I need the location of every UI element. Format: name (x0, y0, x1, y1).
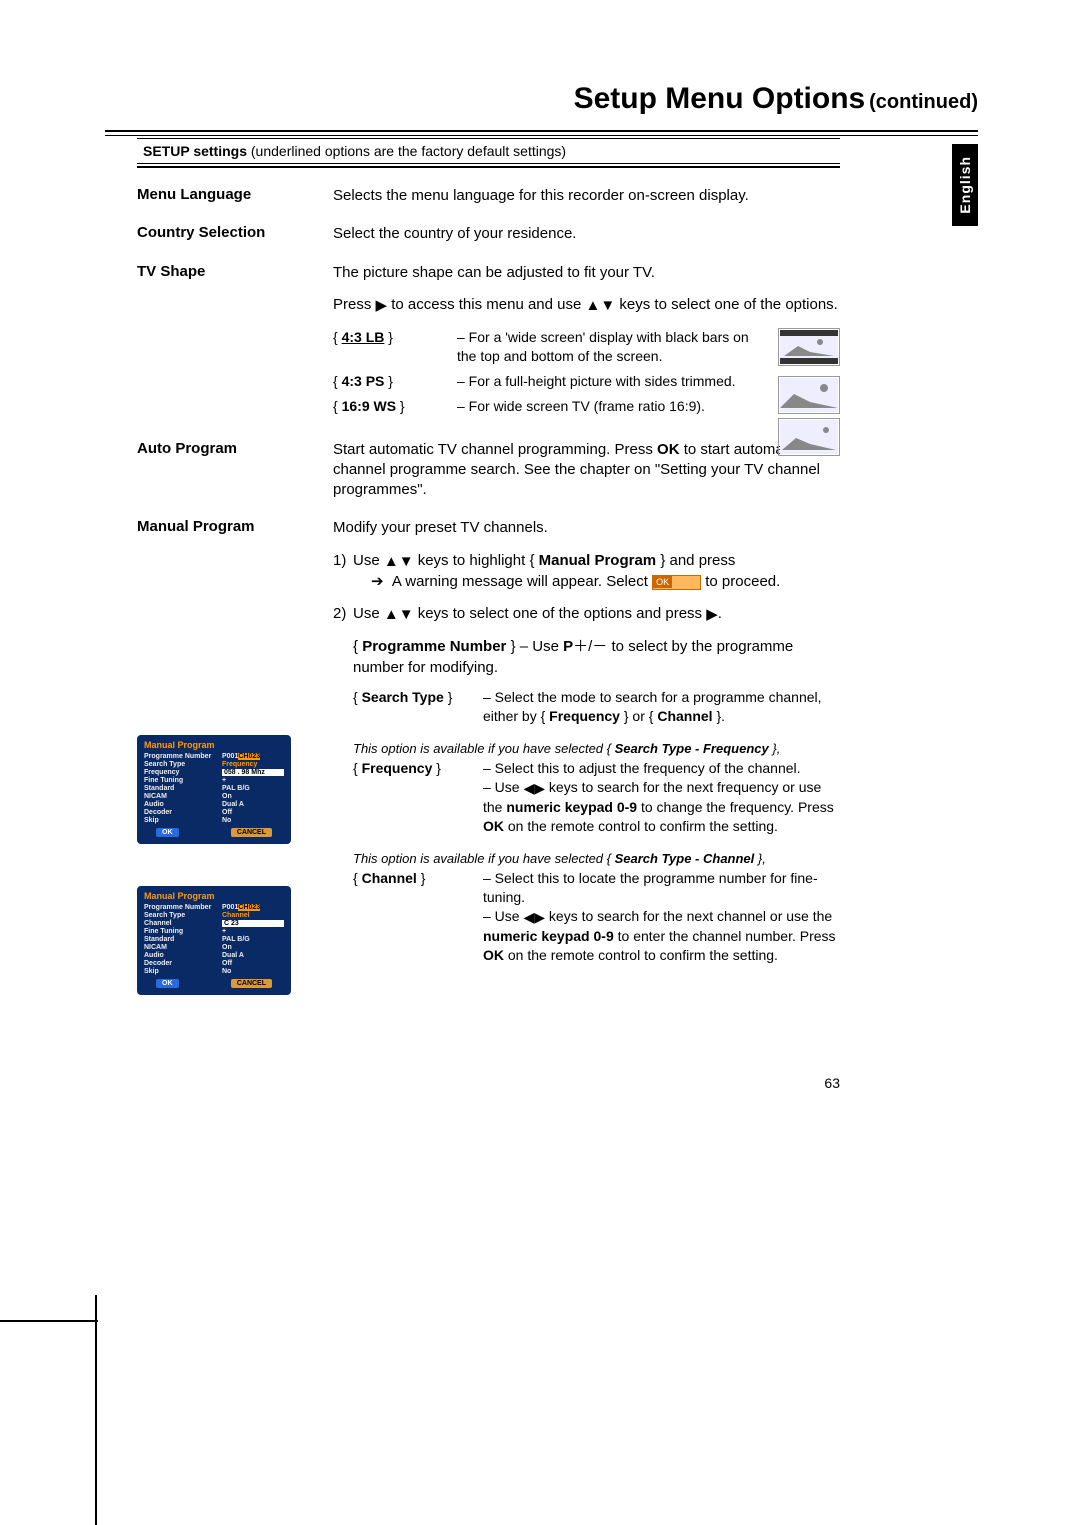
content-frame: Setup Menu Options (continued) English S… (105, 82, 978, 136)
right-triangle-icon: ▶ (706, 605, 718, 625)
osd-row: SkipNo (144, 968, 284, 975)
setup-settings-bold: SETUP settings (143, 143, 247, 159)
osd-ok-button: OK (156, 979, 179, 988)
step-2-num: 2) (333, 604, 353, 625)
crop-mark-horizontal (0, 1320, 98, 1322)
up-down-triangle-icon: ▲▼ (586, 296, 616, 316)
step-2: 2) Use ▲▼ keys to select one of the opti… (333, 604, 840, 625)
step-1: 1) Use ▲▼ keys to highlight { Manual Pro… (333, 551, 840, 593)
osd-title: Manual Program (144, 740, 284, 750)
page-number: 63 (824, 1075, 840, 1091)
osd-ok-button: OK (156, 828, 179, 837)
osd-row: SkipNo (144, 817, 284, 824)
title-continued: (continued) (869, 91, 978, 113)
row-manual-program: Manual Program Manual Program Programme N… (137, 518, 840, 995)
opt-169ws-key: { 16:9 WS } (333, 397, 457, 416)
up-down-triangle-icon: ▲▼ (384, 605, 414, 625)
crop-mark-vertical (95, 1295, 97, 1525)
sub-frequency-desc: – Select this to adjust the frequency of… (483, 759, 840, 836)
osd-row: Programme NumberP001CH023 (144, 753, 284, 760)
osd-row: StandardPAL B/G (144, 785, 284, 792)
frequency-italic-note: This option is available if you have sel… (333, 740, 840, 758)
manual-program-intro: Modify your preset TV channels. (333, 518, 840, 538)
osd-frequency: Manual ProgramProgramme NumberP001CH023S… (137, 735, 291, 844)
sub-programme-number: { Programme Number } – Use P＋/－ to selec… (333, 637, 840, 678)
sub-search-type: { Search Type } – Select the mode to sea… (333, 688, 840, 726)
desc-menu-language: Selects the menu language for this recor… (333, 186, 840, 206)
sub-channel-key: { Channel } (353, 869, 483, 964)
label-country-selection: Country Selection (137, 224, 333, 244)
tv-shape-43ps-image (778, 376, 840, 414)
osd-row: AudioDual A (144, 801, 284, 808)
setup-settings-banner: SETUP settings (underlined options are t… (137, 138, 840, 164)
osd-row: NICAMOn (144, 944, 284, 951)
title-main: Setup Menu Options (574, 82, 866, 115)
osd-row: Frequency058 . 98 Mhz (144, 769, 284, 776)
tv-shape-line2: Press ▶ to access this menu and use ▲▼ k… (333, 295, 840, 316)
language-tab: English (952, 144, 978, 226)
osd-row: AudioDual A (144, 952, 284, 959)
tv-shape-169ws-image (778, 418, 840, 456)
label-tv-shape: TV Shape (137, 263, 333, 422)
label-manual-program: Manual Program Manual Program Programme N… (137, 518, 333, 995)
label-auto-program: Auto Program (137, 440, 333, 501)
step-1-arrow-line: ➔ A warning message will appear. Select … (353, 572, 840, 592)
channel-italic-note: This option is available if you have sel… (333, 850, 840, 868)
opt-43ps-key: { 4:3 PS } (333, 372, 457, 391)
row-tv-shape: TV Shape The picture shape can be adjust… (137, 263, 840, 422)
osd-row: Programme NumberP001CH023 (144, 904, 284, 911)
tv-shape-options: { 4:3 LB } – For a 'wide screen' display… (333, 328, 840, 416)
row-menu-language: Menu Language Selects the menu language … (137, 186, 840, 206)
desc-manual-program: Modify your preset TV channels. 1) Use ▲… (333, 518, 840, 995)
row-country-selection: Country Selection Select the country of … (137, 224, 840, 244)
sub-channel-desc: – Select this to locate the programme nu… (483, 869, 840, 964)
osd-row: ChannelC 23 (144, 920, 284, 927)
sub-programme-number-line: { Programme Number } – Use P＋/－ to selec… (353, 637, 840, 678)
osd-row: StandardPAL B/G (144, 936, 284, 943)
right-triangle-icon: ▶ (376, 296, 388, 316)
step-2-body: Use ▲▼ keys to select one of the options… (353, 604, 840, 625)
osd-row: Search TypeFrequency (144, 761, 284, 768)
ok-pill-icon: OK (652, 575, 701, 591)
sub-frequency: { Frequency } – Select this to adjust th… (333, 759, 840, 836)
page: Setup Menu Options (continued) English S… (0, 0, 1080, 1524)
setup-settings-rest: (underlined options are the factory defa… (247, 143, 566, 159)
sub-search-type-key: { Search Type } (353, 688, 483, 726)
tv-shape-line1: The picture shape can be adjusted to fit… (333, 263, 840, 283)
opt-43lb-key: { 4:3 LB } (333, 328, 457, 347)
tv-shape-43lb-image (778, 328, 840, 366)
up-down-triangle-icon: ▲▼ (384, 552, 414, 572)
osd-row: NICAMOn (144, 793, 284, 800)
sub-channel: { Channel } – Select this to locate the … (333, 869, 840, 964)
osd-row: DecoderOff (144, 960, 284, 967)
thick-rule (137, 166, 840, 168)
osd-cancel-button: CANCEL (231, 828, 272, 837)
desc-tv-shape: The picture shape can be adjusted to fit… (333, 263, 840, 422)
sub-search-type-desc: – Select the mode to search for a progra… (483, 688, 840, 726)
step-1-body: Use ▲▼ keys to highlight { Manual Progra… (353, 551, 840, 593)
label-menu-language: Menu Language (137, 186, 333, 206)
osd-title: Manual Program (144, 891, 284, 901)
row-auto-program: Auto Program Start automatic TV channel … (137, 440, 840, 501)
osd-channel: Manual ProgramProgramme NumberP001CH023S… (137, 886, 291, 995)
main-content: SETUP settings (underlined options are t… (137, 138, 840, 1013)
step-1-num: 1) (333, 551, 353, 593)
osd-row: Fine Tuning+ (144, 928, 284, 935)
osd-row: Fine Tuning+ (144, 777, 284, 784)
page-title: Setup Menu Options (continued) (105, 82, 978, 124)
double-rule (105, 130, 978, 136)
desc-country-selection: Select the country of your residence. (333, 224, 840, 244)
arrow-icon: ➔ (371, 573, 392, 590)
osd-cancel-button: CANCEL (231, 979, 272, 988)
sub-frequency-key: { Frequency } (353, 759, 483, 836)
osd-row: Search TypeChannel (144, 912, 284, 919)
desc-auto-program: Start automatic TV channel programming. … (333, 440, 840, 501)
left-right-triangle-icon: ◀▶ (523, 779, 545, 798)
language-tab-label: English (957, 156, 973, 214)
left-right-triangle-icon: ◀▶ (523, 908, 545, 927)
osd-row: DecoderOff (144, 809, 284, 816)
